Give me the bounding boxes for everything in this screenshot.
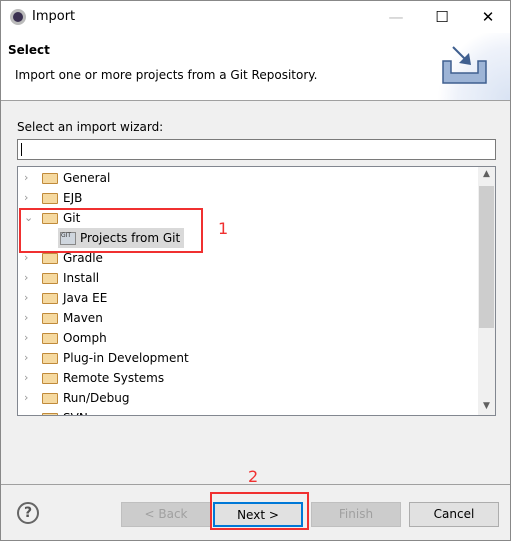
minimize-button[interactable]: —	[376, 5, 416, 29]
folder-icon	[42, 413, 58, 415]
folder-icon	[42, 353, 58, 364]
annotation-box-1	[19, 208, 203, 253]
import-banner-icon	[431, 33, 510, 100]
eclipse-icon	[10, 9, 26, 25]
folder-icon	[42, 313, 58, 324]
maximize-button[interactable]: ☐	[422, 5, 462, 29]
wizard-label: Select an import wizard:	[17, 120, 164, 134]
folder-icon	[42, 293, 58, 304]
back-button[interactable]: < Back	[121, 502, 211, 527]
cancel-button[interactable]: Cancel	[409, 502, 499, 527]
annotation-box-2	[210, 492, 309, 530]
annotation-1: 1	[218, 219, 229, 238]
chevron-right-icon[interactable]: ›	[24, 168, 34, 188]
wizard-tree[interactable]: ›SVN›Run/Debug›Remote Systems›Plug-in De…	[17, 166, 496, 416]
chevron-right-icon[interactable]: ›	[24, 408, 34, 415]
chevron-right-icon[interactable]: ›	[24, 348, 34, 368]
chevron-right-icon[interactable]: ›	[24, 188, 34, 208]
page-title: Select	[8, 43, 50, 57]
scrollbar-thumb[interactable]	[479, 186, 494, 328]
chevron-right-icon[interactable]: ›	[24, 388, 34, 408]
title-bar: Import — ☐ ✕	[1, 1, 510, 33]
finish-button[interactable]: Finish	[311, 502, 401, 527]
folder-icon	[42, 393, 58, 404]
text-caret	[21, 143, 22, 156]
folder-icon	[42, 173, 58, 184]
folder-icon	[42, 193, 58, 204]
wizard-header: Select Import one or more projects from …	[1, 33, 510, 101]
vertical-scrollbar[interactable]: ▲ ▼	[478, 167, 495, 415]
window-title: Import	[32, 9, 76, 24]
scroll-down-icon[interactable]: ▼	[478, 401, 495, 411]
help-button[interactable]: ?	[17, 502, 39, 524]
close-button[interactable]: ✕	[468, 5, 508, 29]
chevron-right-icon[interactable]: ›	[24, 328, 34, 348]
divider	[1, 484, 510, 485]
chevron-right-icon[interactable]: ›	[24, 268, 34, 288]
folder-icon	[42, 373, 58, 384]
chevron-right-icon[interactable]: ›	[24, 368, 34, 388]
folder-icon	[42, 333, 58, 344]
folder-icon	[42, 273, 58, 284]
scroll-up-icon[interactable]: ▲	[478, 169, 495, 179]
page-description: Import one or more projects from a Git R…	[15, 68, 318, 82]
chevron-right-icon[interactable]: ›	[24, 308, 34, 328]
filter-input[interactable]	[17, 139, 496, 160]
chevron-right-icon[interactable]: ›	[24, 288, 34, 308]
folder-icon	[42, 253, 58, 264]
